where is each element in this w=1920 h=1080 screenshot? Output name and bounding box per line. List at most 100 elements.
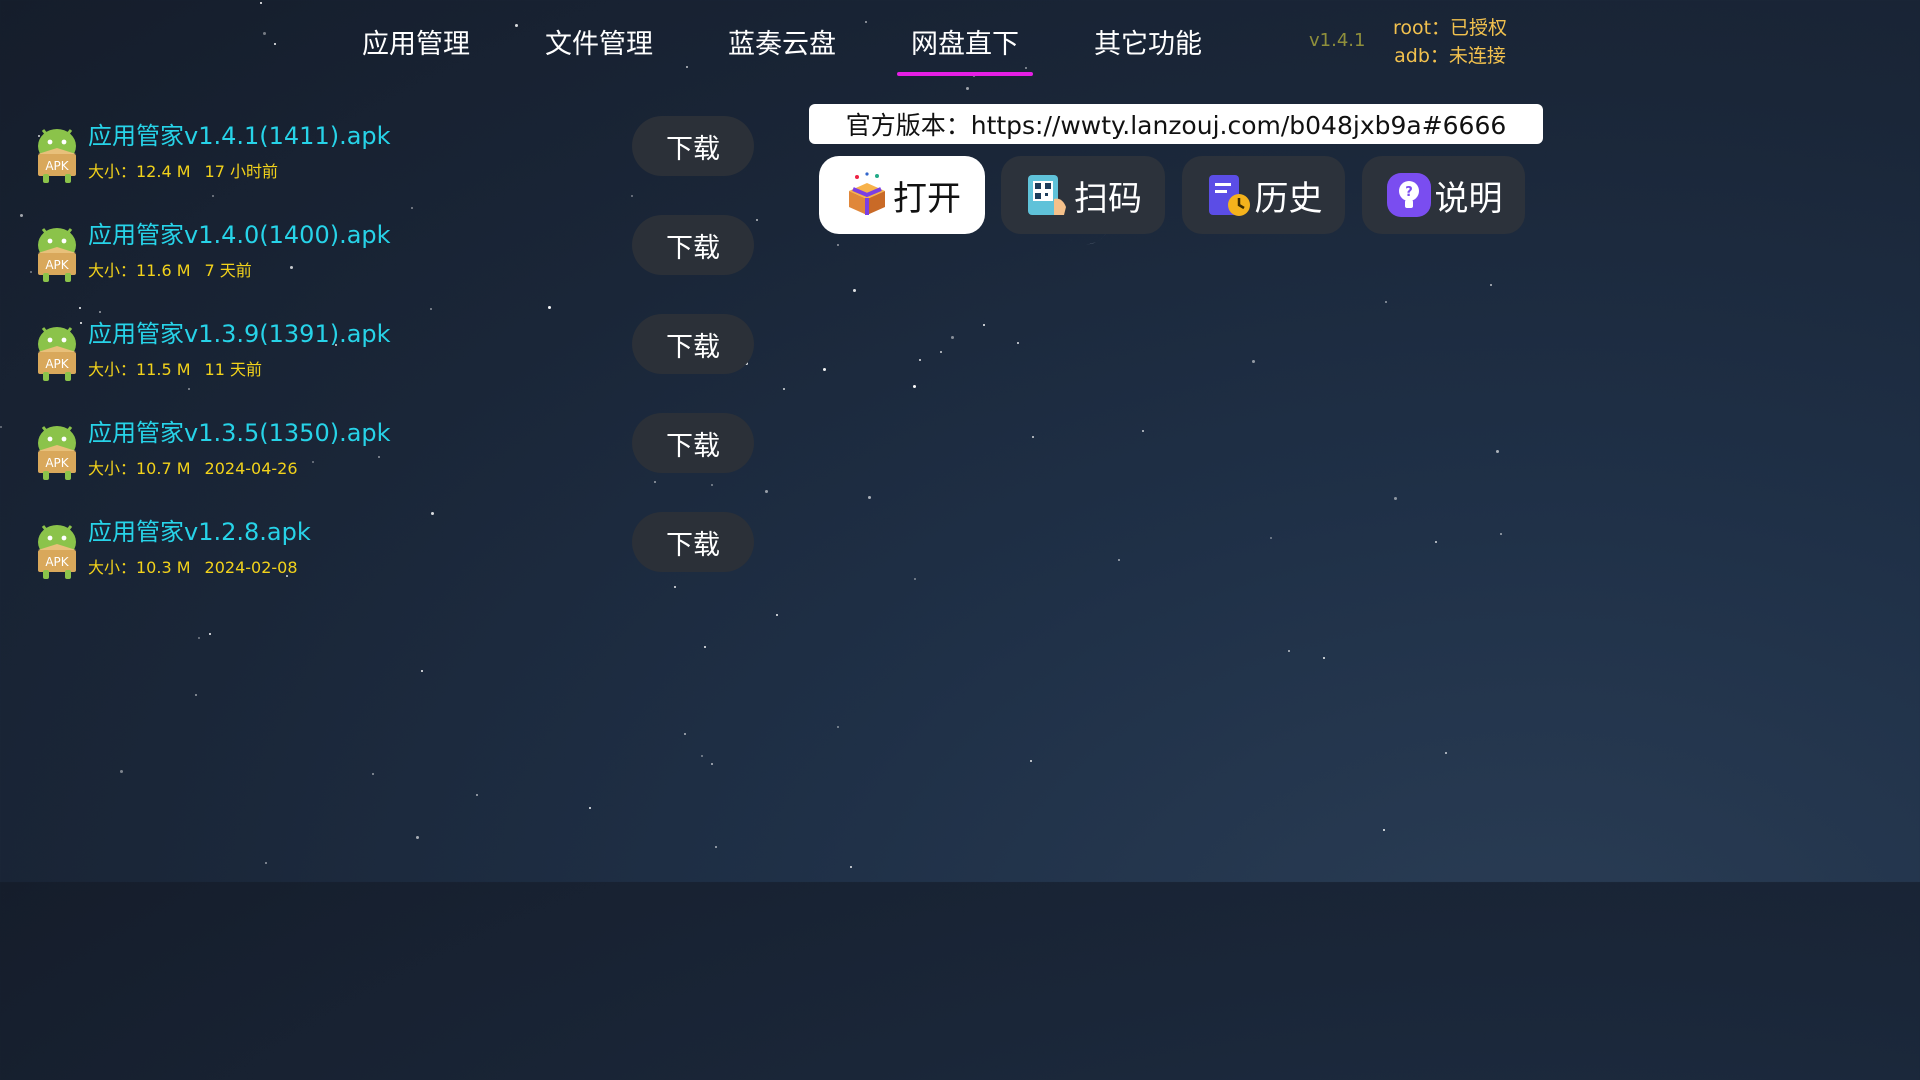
qr-scan-icon (1028, 175, 1066, 215)
file-date: 7 天前 (204, 261, 252, 280)
file-date: 11 天前 (204, 360, 262, 379)
open-button[interactable]: 打开 (819, 156, 985, 234)
star-dot (919, 359, 921, 361)
open-label: 打开 (893, 178, 961, 219)
svg-text:APK: APK (45, 456, 69, 470)
file-meta: 大小：10.3 M 2024-02-08 (88, 554, 298, 578)
download-button[interactable]: 下载 (632, 314, 754, 374)
star-dot (1445, 752, 1447, 754)
file-meta: 大小：10.7 M 2024-04-26 (88, 455, 298, 479)
file-name[interactable]: 应用管家v1.2.8.apk (88, 512, 311, 547)
official-url-field[interactable]: 官方版本：https://wwty.lanzouj.com/b048jxb9a#… (809, 104, 1543, 144)
android-apk-icon: APK (38, 327, 76, 381)
file-size: 大小：10.7 M (88, 459, 191, 478)
star-dot (868, 496, 871, 499)
star-dot (837, 726, 839, 728)
tab-file-manage[interactable]: 文件管理 (529, 22, 669, 62)
help-icon: ? (1386, 173, 1431, 217)
star-dot (1142, 430, 1144, 432)
star-dot (1323, 657, 1325, 659)
star-dot (715, 846, 717, 848)
star-dot (823, 368, 826, 371)
star-dot (631, 195, 633, 197)
file-size: 大小：11.5 M (88, 360, 191, 379)
star-dot (476, 794, 478, 796)
history-label: 历史 (1254, 178, 1323, 219)
star-dot (783, 388, 785, 390)
star-dot (837, 244, 839, 246)
star-dot (1017, 342, 1019, 344)
top-nav: 应用管理 文件管理 蓝奏云盘 网盘直下 其它功能 v1.4.1 root：已授权… (0, 0, 1568, 90)
star-dot (79, 307, 81, 309)
star-dot (701, 755, 703, 757)
star-dot (1496, 450, 1499, 453)
file-date: 2024-04-26 (204, 459, 298, 478)
svg-text:APK: APK (45, 258, 69, 272)
scan-button[interactable]: 扫码 (1001, 156, 1165, 234)
star-dot (0, 426, 2, 428)
svg-text:?: ? (1405, 185, 1413, 200)
list-item: APK 应用管家v1.3.5(1350).apk 大小：10.7 M 2024-0… (30, 411, 760, 491)
svg-text:APK: APK (45, 159, 69, 173)
svg-text:APK: APK (45, 555, 69, 569)
file-name[interactable]: 应用管家v1.4.0(1400).apk (88, 215, 391, 250)
file-date: 2024-02-08 (204, 558, 298, 577)
star-dot (195, 694, 197, 696)
file-size: 大小：10.3 M (88, 558, 191, 577)
tab-app-manage[interactable]: 应用管理 (346, 22, 486, 62)
file-name[interactable]: 应用管家v1.3.9(1391).apk (88, 314, 391, 349)
star-dot (120, 770, 123, 773)
star-dot (372, 773, 374, 775)
tab-other-functions[interactable]: 其它功能 (1078, 22, 1218, 62)
tab-label: 文件管理 (545, 29, 653, 60)
root-status: root：已授权 (1392, 17, 1508, 39)
star-dot (430, 308, 432, 310)
file-name[interactable]: 应用管家v1.3.5(1350).apk (88, 413, 391, 448)
star-dot (1118, 559, 1120, 561)
gift-box-icon (849, 172, 885, 215)
star-dot (589, 807, 591, 809)
star-dot (1252, 360, 1255, 363)
file-name[interactable]: 应用管家v1.4.1(1411).apk (88, 116, 391, 151)
star-dot (951, 336, 954, 339)
history-icon (1208, 175, 1250, 216)
star-dot (704, 646, 706, 648)
help-button[interactable]: ? 说明 (1362, 156, 1525, 234)
list-item: APK 应用管家v1.3.9(1391).apk 大小：11.5 M 11 天前 … (30, 312, 760, 392)
file-size: 大小：12.4 M (88, 162, 191, 181)
download-button[interactable]: 下载 (632, 413, 754, 473)
android-apk-icon: APK (38, 426, 76, 480)
file-meta: 大小：12.4 M 17 小时前 (88, 158, 278, 182)
star-dot (265, 862, 267, 864)
download-button[interactable]: 下载 (632, 215, 754, 275)
history-button[interactable]: 历史 (1182, 156, 1345, 234)
star-dot (684, 733, 686, 735)
tab-underline (897, 72, 1033, 76)
star-dot (1394, 497, 1397, 500)
star-dot (1270, 537, 1272, 539)
star-dot (20, 214, 23, 217)
star-dot (209, 633, 211, 635)
star-dot (983, 324, 985, 326)
download-button[interactable]: 下载 (632, 116, 754, 176)
adb-status: adb：未连接 (1394, 45, 1506, 67)
star-dot (914, 578, 916, 580)
device-status: root：已授权 adb：未连接 (1380, 14, 1520, 70)
star-dot (1500, 533, 1502, 535)
android-apk-icon: APK (38, 129, 76, 183)
star-dot (1385, 301, 1387, 303)
star-dot (411, 207, 413, 209)
tab-lanzou-cloud[interactable]: 蓝奏云盘 (712, 22, 852, 62)
star-dot (850, 866, 852, 868)
star-dot (212, 195, 214, 197)
star-dot (416, 836, 419, 839)
star-dot (548, 306, 551, 309)
tab-netdisk-direct[interactable]: 网盘直下 (895, 22, 1035, 76)
file-meta: 大小：11.6 M 7 天前 (88, 257, 252, 281)
tab-label: 蓝奏云盘 (728, 29, 836, 60)
tab-label: 其它功能 (1094, 29, 1202, 60)
file-size: 大小：11.6 M (88, 261, 191, 280)
list-item: APK 应用管家v1.2.8.apk 大小：10.3 M 2024-02-08 下… (30, 510, 760, 590)
android-apk-icon: APK (38, 228, 76, 282)
download-button[interactable]: 下载 (632, 512, 754, 572)
